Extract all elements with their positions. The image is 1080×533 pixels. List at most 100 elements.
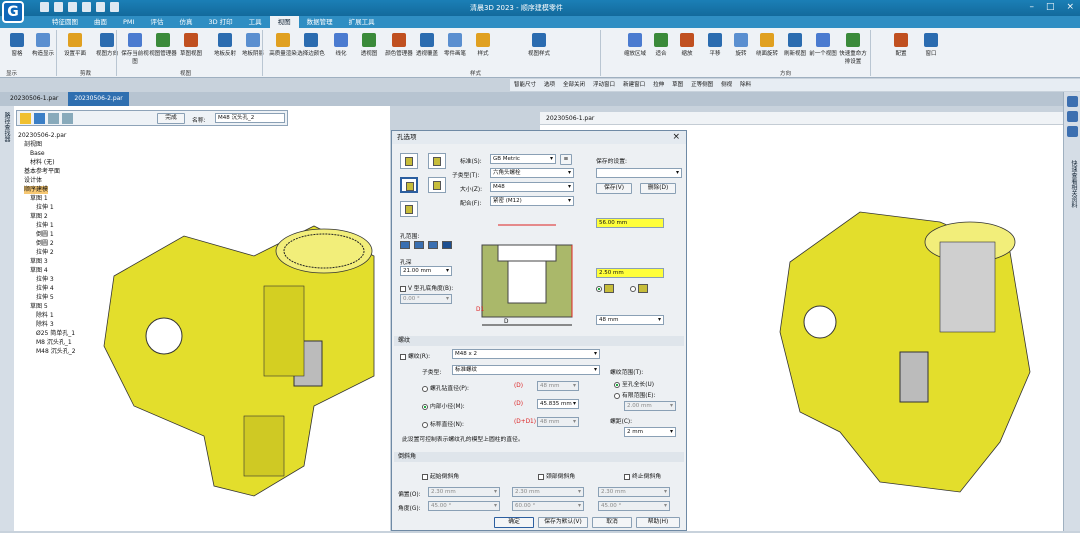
panel-icon[interactable] — [1066, 111, 1078, 122]
plane-icon[interactable] — [48, 113, 59, 124]
save-icon[interactable] — [68, 2, 77, 12]
start-chamfer-checkbox[interactable] — [422, 473, 428, 480]
ribbon-button-17[interactable]: 视图样式 — [524, 30, 554, 57]
tree-node[interactable]: Base — [30, 150, 45, 158]
hole-range-buttons[interactable] — [400, 241, 454, 249]
tab-2[interactable]: PMI — [115, 16, 142, 28]
radio-2[interactable] — [422, 403, 428, 410]
tab-1[interactable]: 曲面 — [86, 16, 115, 28]
undo-icon[interactable] — [82, 2, 91, 12]
head-option-1[interactable] — [596, 285, 602, 292]
delete-button[interactable]: 删除(D) — [640, 183, 676, 194]
ribbon-button-12[interactable]: 透视图 — [354, 30, 384, 57]
angle-field-1[interactable]: 45.00 ° — [428, 501, 500, 511]
tree-node[interactable]: 材料 (无) — [30, 159, 55, 167]
range-finite-icon[interactable] — [442, 241, 452, 249]
finish-button[interactable]: 完成 — [157, 113, 185, 124]
tree-node[interactable]: Ø25 简单孔_1 — [36, 330, 75, 338]
new-icon[interactable] — [40, 2, 49, 12]
tree-node[interactable]: 20230506-2.par — [18, 132, 66, 140]
thread-select[interactable]: M48 x 2 — [452, 349, 600, 359]
cmd-1[interactable]: 选项 — [544, 79, 555, 91]
offset-field-1[interactable]: 2.30 mm — [428, 487, 500, 497]
neck-chamfer-checkbox[interactable] — [538, 473, 544, 480]
right-doc-tab[interactable]: 20230506-1.par — [546, 115, 594, 122]
cmd-4[interactable]: 新建窗口 — [623, 79, 645, 91]
doc-tab-2[interactable]: 20230506-2.par — [68, 92, 129, 106]
thread-dim-field[interactable]: 48 mm — [596, 315, 664, 325]
tab-6[interactable]: 工具 — [241, 16, 270, 28]
ribbon-button-10[interactable]: 选择边颜色 — [296, 30, 326, 57]
ribbon-button-2[interactable]: 设置平面 — [60, 30, 90, 57]
open-icon[interactable] — [54, 2, 63, 12]
quick-view-label[interactable]: 快速查看相关资料 — [1066, 160, 1078, 208]
save-button[interactable]: 保存(V) — [596, 183, 632, 194]
tree-node[interactable]: 顺序建模 — [24, 186, 49, 194]
diameter-field[interactable]: 56.00 mm — [596, 218, 664, 228]
ribbon-button-14[interactable]: 透视覆盖 — [412, 30, 442, 57]
ribbon-button-4[interactable]: 保存当前视图 — [120, 30, 150, 65]
ribbon-button-20[interactable]: 缩放 — [672, 30, 702, 57]
tree-node[interactable]: 设计体 — [24, 177, 42, 185]
pitch-field[interactable]: 2 mm — [624, 427, 676, 437]
head-options[interactable] — [596, 284, 650, 293]
standard-select[interactable]: GB Metric — [490, 154, 556, 164]
ribbon-button-8[interactable]: 地板阴影 — [238, 30, 268, 57]
v-bottom-field[interactable]: 0.00 ° — [400, 294, 452, 304]
tree-node[interactable]: 草图 3 — [30, 258, 48, 266]
range-full-radio[interactable] — [614, 381, 620, 388]
offset-field-2[interactable]: 2.30 mm — [512, 487, 584, 497]
range-field[interactable]: 2.00 mm — [624, 401, 676, 411]
subtype-select[interactable]: 六角头螺栓 — [490, 168, 574, 178]
thread-checkbox[interactable] — [400, 353, 406, 360]
maximize-icon[interactable]: □ — [1046, 2, 1055, 12]
ribbon-button-15[interactable]: 零件画笔 — [440, 30, 470, 57]
tree-node[interactable]: 拉伸 3 — [36, 276, 54, 284]
radio-1[interactable] — [422, 385, 428, 392]
ribbon-button-23[interactable]: 绕面旋转 — [752, 30, 782, 57]
close-icon[interactable]: × — [672, 132, 680, 142]
cmd-0[interactable]: 智能尺寸 — [514, 79, 536, 91]
ribbon-button-28[interactable]: 窗口 — [916, 30, 946, 57]
cmd-2[interactable]: 全部关闭 — [563, 79, 585, 91]
opt2-field[interactable]: 45.835 mm — [537, 399, 579, 409]
angle-field-3[interactable]: 45.00 ° — [598, 501, 670, 511]
cmd-5[interactable]: 拉伸 — [653, 79, 664, 91]
depth-field[interactable]: 21.00 mm — [400, 266, 452, 276]
save-default-button[interactable]: 保存为默认(V) — [538, 517, 588, 528]
chamfer-section[interactable]: 倒斜角 — [394, 452, 684, 462]
tree-node[interactable]: M48 沉头孔_2 — [36, 348, 76, 356]
opt1-field[interactable]: 48 mm — [537, 381, 579, 391]
threaded-hole-icon[interactable] — [428, 153, 446, 169]
thread-section[interactable]: 螺纹 — [394, 336, 684, 346]
step-icon[interactable] — [20, 113, 31, 124]
tree-node[interactable]: 草图 2 — [30, 213, 48, 221]
panel-icon[interactable] — [1066, 126, 1078, 137]
tab-7[interactable]: 视图 — [269, 16, 299, 28]
size-select[interactable]: M48 — [490, 182, 574, 192]
ribbon-button-25[interactable]: 前一个视图 — [808, 30, 838, 57]
ribbon-button-16[interactable]: 样式 — [468, 30, 498, 57]
ribbon-button-5[interactable]: 视图管理器 — [148, 30, 178, 57]
name-field[interactable]: M48 沉头孔_2 — [215, 113, 285, 123]
tree-node[interactable]: 拉伸 4 — [36, 285, 54, 293]
redo-icon[interactable] — [96, 2, 105, 12]
tree-node[interactable]: 倒圆 1 — [36, 231, 54, 239]
minimize-icon[interactable]: – — [1029, 2, 1034, 12]
tree-node[interactable]: 草图 5 — [30, 303, 48, 311]
v-bottom-checkbox[interactable] — [400, 285, 406, 292]
head-option-2[interactable] — [630, 285, 636, 292]
tree-node[interactable]: 倒圆 2 — [36, 240, 54, 248]
tree-node[interactable]: 除料 3 — [36, 321, 54, 329]
quick-access-toolbar[interactable] — [40, 2, 119, 12]
tab-3[interactable]: 评估 — [142, 16, 171, 28]
ribbon-button-7[interactable]: 地板反射 — [210, 30, 240, 57]
ribbon-button-6[interactable]: 草图视图 — [176, 30, 206, 57]
print-icon[interactable] — [110, 2, 119, 12]
close-icon[interactable]: × — [1066, 2, 1074, 12]
panel-icon[interactable] — [1066, 96, 1078, 107]
tab-5[interactable]: 3D 打印 — [200, 16, 240, 28]
tapered-hole-icon[interactable] — [400, 201, 418, 217]
ribbon-button-13[interactable]: 颜色管理器 — [384, 30, 414, 57]
ribbon-button-3[interactable]: 视图方向 — [92, 30, 122, 57]
